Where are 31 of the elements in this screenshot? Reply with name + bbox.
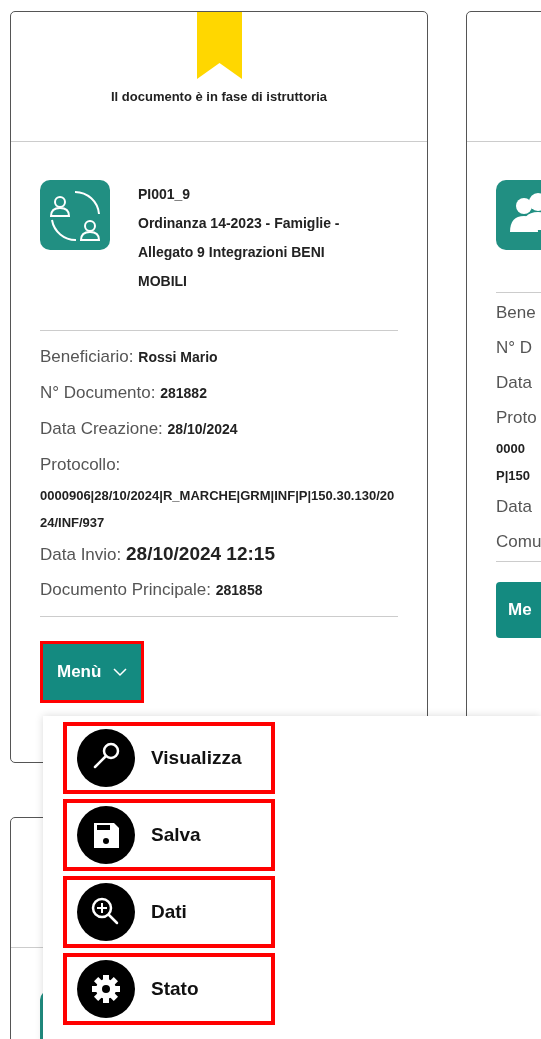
floppy-disk-icon [77,806,135,864]
document-code: PI001_9 [138,185,192,204]
settings-icon [77,960,135,1018]
field-label: Proto [496,407,537,429]
field-value: 0000906|28/10/2024|R_MARCHE|GRM|INF|P|150.30.130/2024/INF/937 [40,487,396,532]
menu-item[interactable]: Dati [63,876,275,948]
document-title: Ordinanza 14-2023 - Famiglie - Allegato 9 Integrazioni BENI MOBILI [138,214,341,291]
bookmark-ribbon-icon [196,12,242,79]
field-row-text: Data Creazione: 28/10/2024 [40,418,239,440]
status-text: Il documento è in fase di istruttoria [111,88,327,106]
menu-item[interactable]: Visualizza [63,722,275,794]
menu-item[interactable]: Stato [63,953,275,1025]
field-label: Data [496,372,532,394]
field-label: Bene [496,302,536,324]
field-row-text: Documento Principale: 281858 [40,579,264,601]
menu-button[interactable]: Me [496,582,541,638]
zoom-in-icon [77,883,135,941]
field-label: N° D [496,337,533,359]
menu-button[interactable]: Menù [40,641,145,703]
search-icon [77,729,135,787]
menu-item[interactable]: Salva [63,799,275,871]
users-exchange-icon [40,180,110,250]
chevron-down-icon [113,667,128,677]
field-value: 0000 [496,440,525,458]
field-value: P|150 [496,467,530,485]
field-row-text: N° Documento: 281882 [40,382,208,404]
field-row-text: Data Invio: 28/10/2024 12:15 [40,542,276,566]
field-label: Data [496,496,532,518]
field-row-text: Beneficiario: Rossi Mario [40,346,219,368]
field-label: Protocollo: [40,454,121,476]
field-label: Comu [496,531,541,553]
